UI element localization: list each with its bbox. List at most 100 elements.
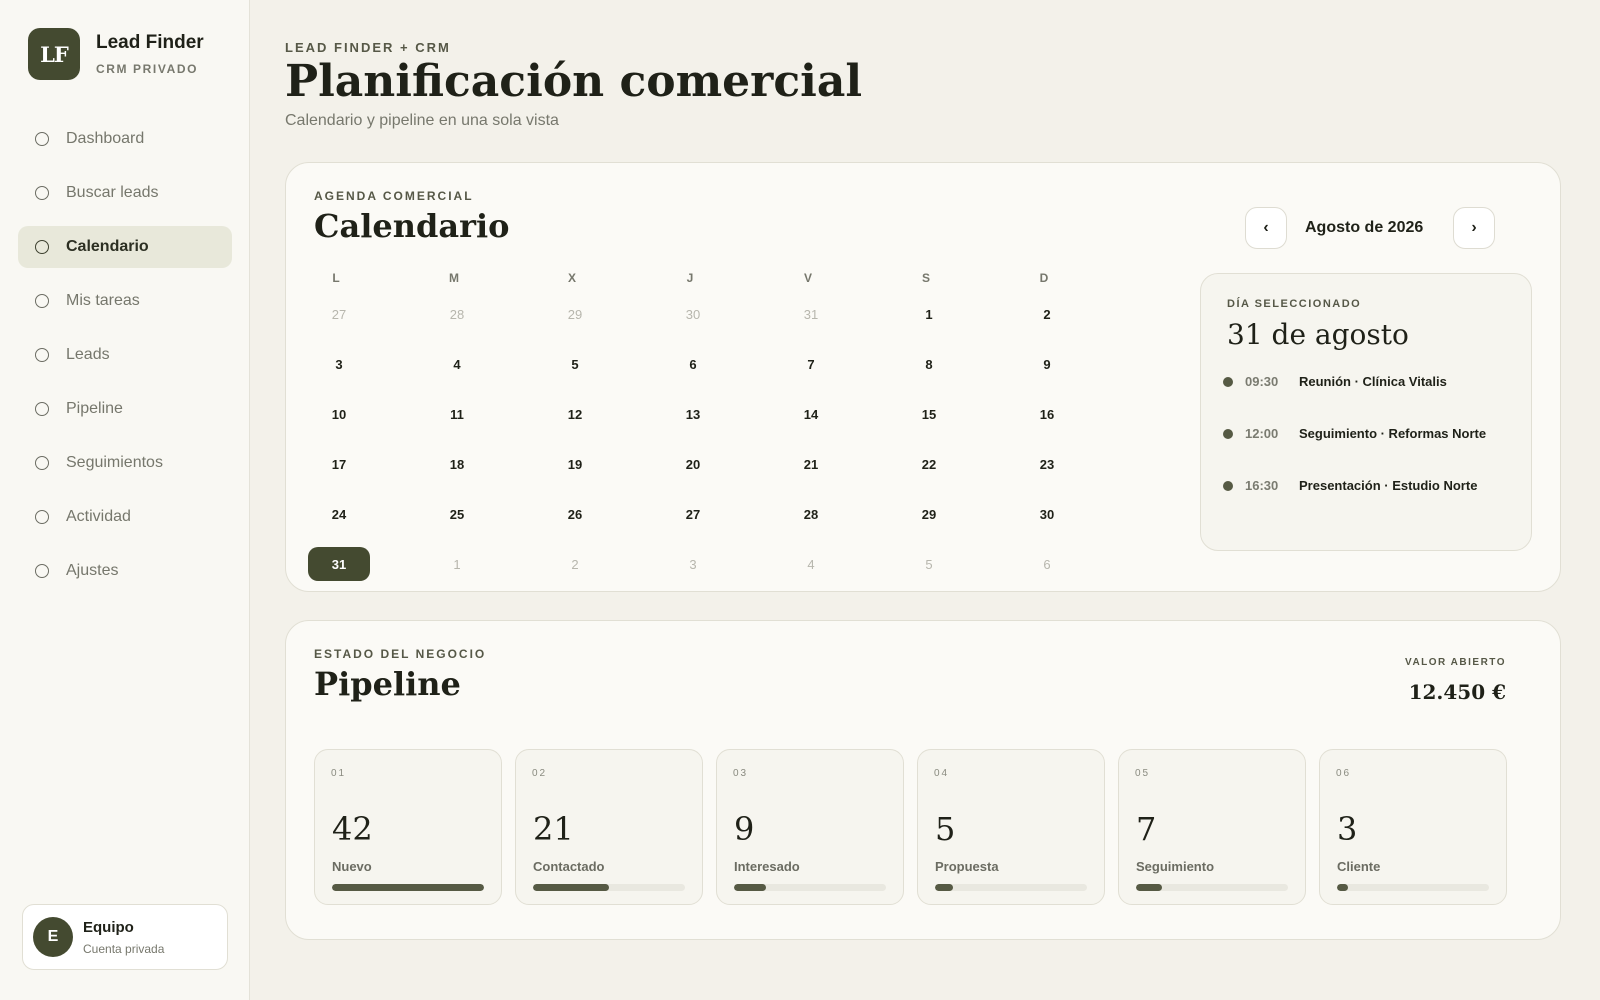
stage-progress-fill	[1337, 884, 1348, 891]
pipeline-stage-card[interactable]: 05 7 Seguimiento	[1118, 749, 1306, 905]
calendar-day[interactable]: 6	[1016, 547, 1078, 581]
pipeline-title: Pipeline	[314, 665, 461, 703]
pipeline-stage-card[interactable]: 01 42 Nuevo	[314, 749, 502, 905]
calendar-day[interactable]: 26	[544, 497, 606, 531]
circle-icon	[35, 564, 49, 578]
circle-icon	[35, 240, 49, 254]
stage-number: 02	[532, 768, 548, 779]
calendar-day[interactable]: 8	[898, 347, 960, 381]
brand-logo: LF	[28, 28, 80, 80]
calendar-day[interactable]: 3	[308, 347, 370, 381]
stage-progress-bar	[332, 884, 484, 891]
sidebar-item-ajustes[interactable]: Ajustes	[18, 550, 232, 592]
event-item[interactable]: 12:00 Seguimiento · Reformas Norte	[1223, 426, 1486, 441]
calendar-day[interactable]: 2	[1016, 297, 1078, 331]
weekday-label: S	[921, 271, 930, 285]
stage-count: 7	[1136, 810, 1157, 848]
stage-label: Interesado	[734, 859, 800, 874]
month-label: Agosto de 2026	[1305, 219, 1424, 236]
event-item[interactable]: 09:30 Reunión · Clínica Vitalis	[1223, 374, 1447, 389]
event-name: Seguimiento · Reformas Norte	[1299, 426, 1487, 441]
sidebar-item-pipeline[interactable]: Pipeline	[18, 388, 232, 430]
calendar-day[interactable]: 15	[898, 397, 960, 431]
pipeline-stage-card[interactable]: 03 9 Interesado	[716, 749, 904, 905]
stage-progress-bar	[1136, 884, 1288, 891]
calendar-day[interactable]: 30	[1016, 497, 1078, 531]
sidebar: LF Lead Finder CRM PRIVADO Dashboard Bus…	[0, 0, 250, 1000]
circle-icon	[35, 402, 49, 416]
stage-count: 42	[332, 810, 373, 848]
team-subtitle: Cuenta privada	[83, 941, 165, 956]
prev-month-button[interactable]: ‹	[1245, 207, 1287, 249]
calendar-day[interactable]: 5	[544, 347, 606, 381]
calendar-day[interactable]: 5	[898, 547, 960, 581]
stage-number: 03	[733, 768, 749, 779]
calendar-day[interactable]: 3	[662, 547, 724, 581]
calendar-day[interactable]: 30	[662, 297, 724, 331]
calendar-day[interactable]: 13	[662, 397, 724, 431]
sidebar-item-dashboard[interactable]: Dashboard	[18, 118, 232, 160]
sidebar-item-leads[interactable]: Leads	[18, 334, 232, 376]
pipeline-stage-card[interactable]: 06 3 Cliente	[1319, 749, 1507, 905]
calendar-day[interactable]: 20	[662, 447, 724, 481]
calendar-day[interactable]: 28	[780, 497, 842, 531]
sidebar-item-label: Pipeline	[66, 400, 123, 417]
calendar-day[interactable]: 24	[308, 497, 370, 531]
calendar-day[interactable]: 28	[426, 297, 488, 331]
calendar-day[interactable]: 18	[426, 447, 488, 481]
calendar-day[interactable]: 1	[426, 547, 488, 581]
sidebar-item-actividad[interactable]: Actividad	[18, 496, 232, 538]
event-item[interactable]: 16:30 Presentación · Estudio Norte	[1223, 478, 1477, 493]
brand-subtitle: CRM PRIVADO	[96, 62, 199, 76]
sidebar-item-label: Calendario	[66, 238, 149, 255]
calendar-day[interactable]: 29	[544, 297, 606, 331]
calendar-day[interactable]: 25	[426, 497, 488, 531]
calendar-day[interactable]: 1	[898, 297, 960, 331]
calendar-day[interactable]: 23	[1016, 447, 1078, 481]
sidebar-item-label: Leads	[66, 346, 110, 363]
calendar-day[interactable]: 2	[544, 547, 606, 581]
calendar-day[interactable]: 12	[544, 397, 606, 431]
sidebar-item-label: Seguimientos	[66, 454, 163, 471]
sidebar-item-buscar-leads[interactable]: Buscar leads	[18, 172, 232, 214]
calendar-day[interactable]: 11	[426, 397, 488, 431]
calendar-day[interactable]: 21	[780, 447, 842, 481]
calendar-day-selected[interactable]: 31	[308, 547, 370, 581]
stage-number: 05	[1135, 768, 1151, 779]
sidebar-item-label: Ajustes	[66, 562, 119, 579]
next-month-button[interactable]: ›	[1453, 207, 1495, 249]
selected-day-panel: DÍA SELECCIONADO 31 de agosto 09:30 Reun…	[1200, 273, 1532, 551]
calendar-day[interactable]: 16	[1016, 397, 1078, 431]
calendar-day[interactable]: 14	[780, 397, 842, 431]
calendar-day[interactable]: 22	[898, 447, 960, 481]
calendar-day[interactable]: 27	[662, 497, 724, 531]
weekday-label: D	[1039, 271, 1049, 285]
sidebar-item-calendario[interactable]: Calendario	[18, 226, 232, 268]
stage-label: Cliente	[1337, 859, 1381, 874]
calendar-day[interactable]: 19	[544, 447, 606, 481]
event-dot-icon	[1223, 480, 1233, 491]
calendar-day[interactable]: 17	[308, 447, 370, 481]
stage-progress-bar	[1337, 884, 1489, 891]
calendar-day[interactable]: 6	[662, 347, 724, 381]
calendar-day[interactable]: 4	[780, 547, 842, 581]
pipeline-stage-card[interactable]: 02 21 Contactado	[515, 749, 703, 905]
calendar-day[interactable]: 9	[1016, 347, 1078, 381]
sidebar-item-mis-tareas[interactable]: Mis tareas	[18, 280, 232, 322]
calendar-day[interactable]: 7	[780, 347, 842, 381]
weekday-label: X	[567, 271, 576, 285]
sidebar-item-seguimientos[interactable]: Seguimientos	[18, 442, 232, 484]
calendar-day[interactable]: 10	[308, 397, 370, 431]
team-name: Equipo	[83, 918, 134, 936]
calendar-day[interactable]: 31	[780, 297, 842, 331]
stage-progress-bar	[533, 884, 685, 891]
weekday-label: M	[449, 271, 459, 285]
team-account[interactable]: E Equipo Cuenta privada	[22, 904, 228, 970]
calendar-day[interactable]: 4	[426, 347, 488, 381]
open-value-label: VALOR ABIERTO	[1405, 657, 1506, 668]
calendar-day[interactable]: 29	[898, 497, 960, 531]
weekday-label: J	[686, 271, 694, 285]
calendar-day[interactable]: 27	[308, 297, 370, 331]
brand[interactable]: LF Lead Finder CRM PRIVADO	[28, 28, 204, 80]
pipeline-stage-card[interactable]: 04 5 Propuesta	[917, 749, 1105, 905]
